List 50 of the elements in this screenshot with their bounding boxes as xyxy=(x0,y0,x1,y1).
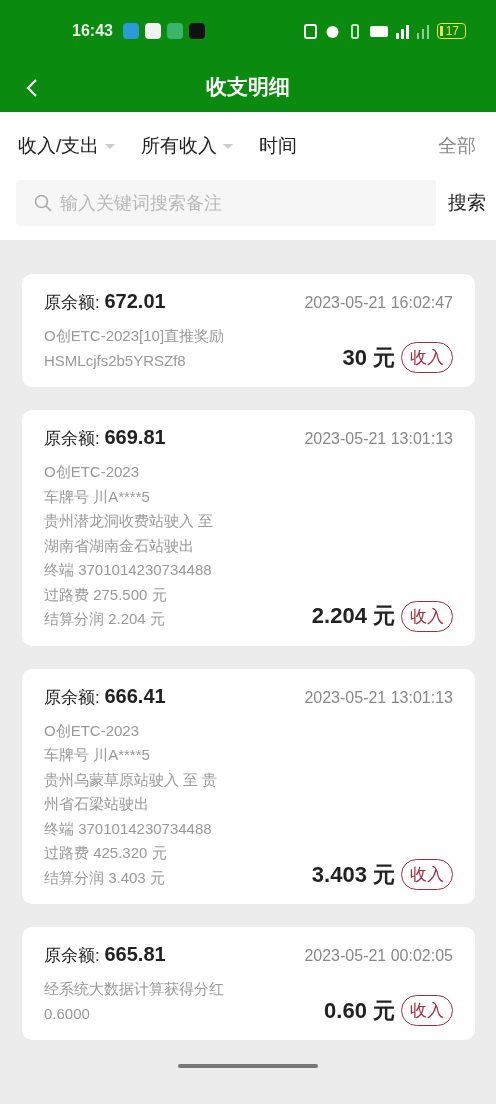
signal-icon xyxy=(416,23,429,39)
description-line: HSMLcjfs2b5YRSZf8 xyxy=(44,350,187,371)
filter-dropdown[interactable]: 收入/支出 xyxy=(18,133,116,159)
app-icon xyxy=(144,23,161,39)
record-time: 2023-05-21 16:02:47 xyxy=(304,294,453,312)
record-card[interactable]: 原余额: 665.81 2023-05-21 00:02:05 经系统大数据计算获得分红 0.6000 0.60 元 收入 xyxy=(22,927,475,1040)
description-line: 湖南省湖南金石站驶出 xyxy=(44,535,195,556)
record-card[interactable]: 原余额: 666.41 2023-05-21 13:01:13 O创ETC-2023 车牌号 川A****5 贵州乌蒙草原站驶入 至 贵 州省石梁站驶出 终端 3701014230734488 过路费 425.320 元 结算分润 3.403 元 3.403 元 收入 xyxy=(22,668,475,904)
search-button[interactable]: 搜索 xyxy=(448,190,486,216)
signal-icon xyxy=(395,23,409,39)
filter-button[interactable]: 时间 xyxy=(259,133,298,159)
description-line: 终端 3701014230734488 xyxy=(44,560,213,580)
amount-text: 2.204 元 xyxy=(311,602,395,630)
page-title: 收支明细 xyxy=(206,74,290,100)
balance-text: 原余额: 669.81 xyxy=(44,426,166,450)
record-card[interactable]: 原余额: 669.81 2023-05-21 13:01:13 O创ETC-2023 车牌号 川A****5 贵州潜龙洞收费站驶入 至 湖南省湖南金石站驶出 终端 3701014230734488 过路费 275.500 元 结算分润 2.204 元 2.204 元 收入 xyxy=(22,410,475,646)
app-icon xyxy=(188,23,205,39)
description-line: 结算分润 2.204 元 xyxy=(44,609,166,629)
description-line: 车牌号 川A****5 xyxy=(44,745,151,765)
description-line: O创ETC-2023 xyxy=(44,720,141,741)
app-icon xyxy=(122,23,139,39)
description-line: 终端 3701014230734488 xyxy=(44,818,213,839)
balance-text: 原余额: 672.01 xyxy=(44,290,166,314)
record-time: 2023-05-21 13:01:13 xyxy=(304,430,453,448)
description-line: 经系统大数据计算获得分红 xyxy=(44,979,224,999)
description-line: 过路费 275.500 元 xyxy=(44,584,168,605)
record-time: 2023-05-21 00:02:05 xyxy=(304,947,453,965)
balance-text: 原余额: 666.41 xyxy=(44,684,166,709)
amount-text: 30 元 xyxy=(342,343,395,372)
search-field[interactable]: 输入关键词搜索备注 xyxy=(16,180,436,226)
description-line: 结算分润 3.403 元 xyxy=(44,867,166,888)
description-line: 贵州乌蒙草原站驶入 至 贵 xyxy=(44,769,218,790)
description-line: 车牌号 川A****5 xyxy=(44,486,151,507)
back-icon[interactable] xyxy=(26,78,38,98)
record-card[interactable]: 原余额: 672.01 2023-05-21 16:02:47 O创ETC-2023[10]直推奖励 HSMLcjfs2b5YRSZf8 30 元 收入 xyxy=(22,274,475,387)
description-line: 贵州潜龙洞收费站驶入 至 xyxy=(44,511,214,531)
description-line: 州省石梁站驶出 xyxy=(44,794,150,814)
description-line: 0.6000 xyxy=(44,1003,91,1024)
balance-text: 原余额: 665.81 xyxy=(44,943,166,967)
battery-indicator: 17 xyxy=(436,23,466,39)
app-icon xyxy=(166,23,183,39)
amount-text: 3.403 元 xyxy=(311,860,395,889)
amount-text: 0.60 元 xyxy=(324,996,395,1025)
description-line: 过路费 425.320 元 xyxy=(44,843,168,863)
filter-dropdown[interactable]: 所有收入 xyxy=(141,133,234,159)
all-filter-button[interactable]: 全部 xyxy=(438,133,476,159)
status-time: 16:43 xyxy=(72,22,113,40)
record-time: 2023-05-21 13:01:13 xyxy=(304,688,453,707)
description-line: O创ETC-2023 xyxy=(44,462,141,482)
description-line: O创ETC-2023[10]直推奖励 xyxy=(44,326,225,346)
